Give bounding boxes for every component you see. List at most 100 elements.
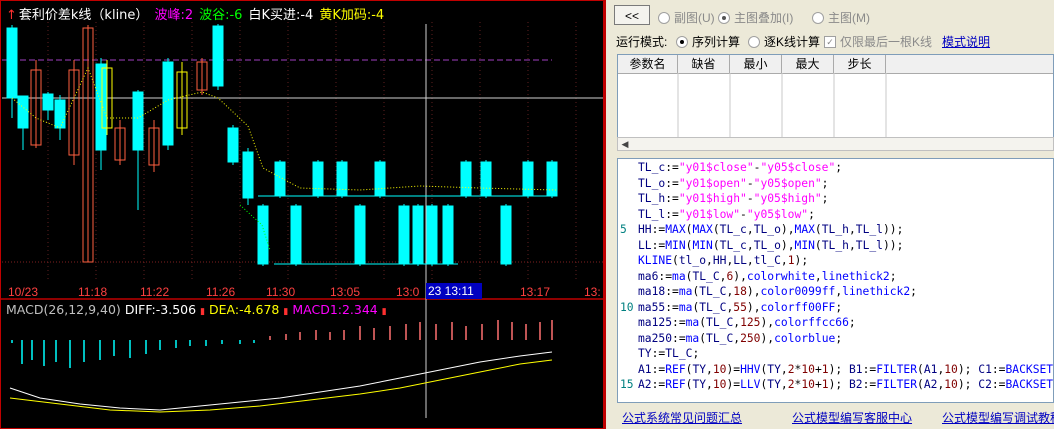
run-mode-sequence[interactable]: 序列计算 [676, 33, 740, 50]
candle-body [162, 61, 174, 146]
param-table-header: 参数名 缺省 最小 最大 步长 [618, 55, 1053, 74]
param-grid [677, 73, 887, 137]
time-tick-label: 10/23 [8, 285, 38, 299]
dea-line [9, 359, 553, 413]
candle-body [374, 161, 386, 197]
collapse-button[interactable]: << [614, 5, 650, 25]
line-number: 5 [620, 223, 627, 236]
run-mode-label: 运行模式: [616, 35, 668, 49]
run-mode-per-bar[interactable]: 逐K线计算 [748, 33, 820, 50]
candle-body [442, 205, 454, 265]
candle-body [54, 99, 66, 129]
chart-header: ↑ 套利价差k线（kline） 波峰:2 波谷:-6 白K买进:-4 黄K加码:-4 [6, 4, 390, 23]
time-tick-label: 13: [584, 285, 601, 299]
candle-body [354, 205, 366, 265]
diff-line [9, 351, 553, 411]
code-text: ma125:=ma(TL_C,125),colorffcc66; [638, 316, 856, 329]
code-text: A1:=REF(TY,10)=HHV(TY,2*10+1); B1:=FILTE… [638, 362, 1054, 376]
tutorial-link[interactable]: 公式模型编写调试教程 [942, 409, 1054, 426]
candle-body [398, 205, 410, 265]
candle-body [95, 63, 107, 151]
candle-body [290, 205, 302, 265]
mode-help-link[interactable]: 模式说明 [942, 33, 990, 50]
candle-body [426, 205, 438, 265]
time-tick-label: 13:05 [330, 285, 360, 299]
code-text: TL_o:="y01$open"-"y05$open"; [638, 176, 829, 190]
up-arrow-icon: ↑ [6, 8, 17, 23]
footer-links: 公式系统常见问题汇总 公式模型编写客服中心 公式模型编写调试教程 [606, 406, 1054, 428]
line-number: 10 [620, 300, 634, 314]
last-bar-only-checkbox[interactable]: ✓ 仅限最后一根K线 [824, 33, 932, 50]
macd-value-label: MACD1:2.344 [292, 302, 378, 317]
checkbox-icon: ✓ [824, 35, 836, 48]
macd-header: MACD(26,12,9,40) DIFF:-3.506 ▮ DEA:-4.678 ▮ M… [6, 302, 391, 318]
support-center-link[interactable]: 公式模型编写客服中心 [792, 409, 912, 426]
view-mode-sub-chart[interactable]: 副图 (U) [658, 9, 715, 26]
code-text: HH:=MAX(MAX(TL_c,TL_o),MAX(TL_h,TL_l)); [638, 223, 904, 236]
code-text: A2:=REF(TY,10)=LLV(TY,2*10+1); B2:=FILTE… [638, 378, 1054, 391]
candle-body [546, 161, 558, 197]
candle-body [460, 161, 472, 197]
white-k-label: 白K买进:-4 [248, 8, 314, 23]
macd-label: MACD(26,12,9,40) [6, 302, 121, 317]
code-text: TY:=TL_C; [638, 347, 700, 360]
code-text: ma6:=ma(TL_C,6),colorwhite,linethick2; [638, 269, 897, 283]
col-min[interactable]: 最小 [730, 55, 782, 73]
time-tick-label: 13:17 [520, 285, 550, 299]
candle-body [522, 161, 534, 197]
radio-icon [812, 11, 824, 24]
dea-marker-icon: ▮ [283, 307, 289, 317]
yellow-k-label: 黄K加码:-4 [319, 8, 385, 23]
cursor-time-label: 23 13:11 [428, 284, 474, 298]
time-tick-label: 13:0 [396, 285, 420, 299]
radio-selected-icon [718, 11, 730, 24]
param-table-scrollbar[interactable]: ◀ [617, 137, 1054, 151]
candle-body [6, 27, 18, 99]
code-text: ma250:=ma(TL_C,250),colorblue; [638, 331, 843, 345]
param-table[interactable]: 参数名 缺省 最小 最大 步长 [617, 54, 1054, 150]
code-text: ma55:=ma(TL_C,55),colorff00FF; [638, 300, 843, 314]
col-param-name[interactable]: 参数名 [618, 55, 678, 73]
code-text: TL_l:="y01$low"-"y05$low"; [638, 207, 815, 221]
time-tick-label: 11:18 [78, 285, 107, 299]
candle-body [257, 205, 269, 265]
code-text: ma18:=ma(TL_C,18),color0099ff,linethick2… [638, 285, 917, 298]
candle-body [312, 161, 324, 197]
formula-editor-panel: << 副图 (U) 主图叠加 (I) 主图 (M) 运行模式: 序列计算 逐K线计算 … [606, 0, 1054, 429]
chart-panel[interactable]: 10/23 11:18 11:22 11:26 11:30 13:05 13:0 13:17 1… [0, 0, 606, 429]
diff-marker-icon: ▮ [200, 307, 206, 317]
run-mode-bar: 运行模式: 序列计算 逐K线计算 ✓ 仅限最后一根K线 模式说明 [606, 31, 1054, 51]
macd-marker-icon: ▮ [381, 307, 387, 317]
view-mode-bar: << 副图 (U) 主图叠加 (I) 主图 (M) [606, 0, 1054, 30]
time-tick-label: 11:22 [140, 285, 169, 299]
code-text: LL:=MIN(MIN(TL_c,TL_o),MIN(TL_h,TL_l)); [638, 238, 904, 252]
candle-body [42, 93, 54, 111]
trough-label: 波谷:-6 [199, 8, 243, 23]
candle-body [132, 91, 144, 151]
diff-label: DIFF:-3.506 [124, 302, 197, 317]
view-mode-main-overlay[interactable]: 主图叠加 (I) [718, 9, 793, 26]
candle-body [336, 161, 348, 197]
candle-body [17, 95, 29, 129]
candle-body [480, 161, 492, 197]
radio-icon [748, 35, 760, 48]
radio-icon [658, 11, 670, 24]
radio-selected-icon [676, 35, 688, 48]
code-text: KLINE(tl_o,HH,LL,tl_C,1); [638, 254, 809, 267]
col-step[interactable]: 步长 [834, 55, 886, 73]
faq-link[interactable]: 公式系统常见问题汇总 [622, 409, 742, 426]
formula-code-editor[interactable]: TL_c:="y01$close"-"y05$close"; TL_o:="y01… [617, 158, 1054, 403]
scroll-left-icon[interactable]: ◀ [619, 138, 631, 150]
time-tick-label: 11:26 [206, 285, 235, 299]
dea-label: DEA:-4.678 [209, 302, 280, 317]
candle-body [242, 151, 254, 199]
candle-body [412, 205, 424, 265]
col-default[interactable]: 缺省 [678, 55, 730, 73]
peak-label: 波峰:2 [154, 8, 194, 23]
time-tick-label: 11:30 [266, 285, 295, 299]
view-mode-main-chart[interactable]: 主图 (M) [812, 9, 870, 26]
chart-title: 套利价差k线（kline） [18, 8, 149, 23]
kline-chart[interactable]: 10/23 11:18 11:22 11:26 11:30 13:05 13:0 13:17 1… [0, 0, 604, 429]
code-text: TL_h:="y01$high"-"y05$high"; [638, 192, 829, 205]
col-max[interactable]: 最大 [782, 55, 834, 73]
